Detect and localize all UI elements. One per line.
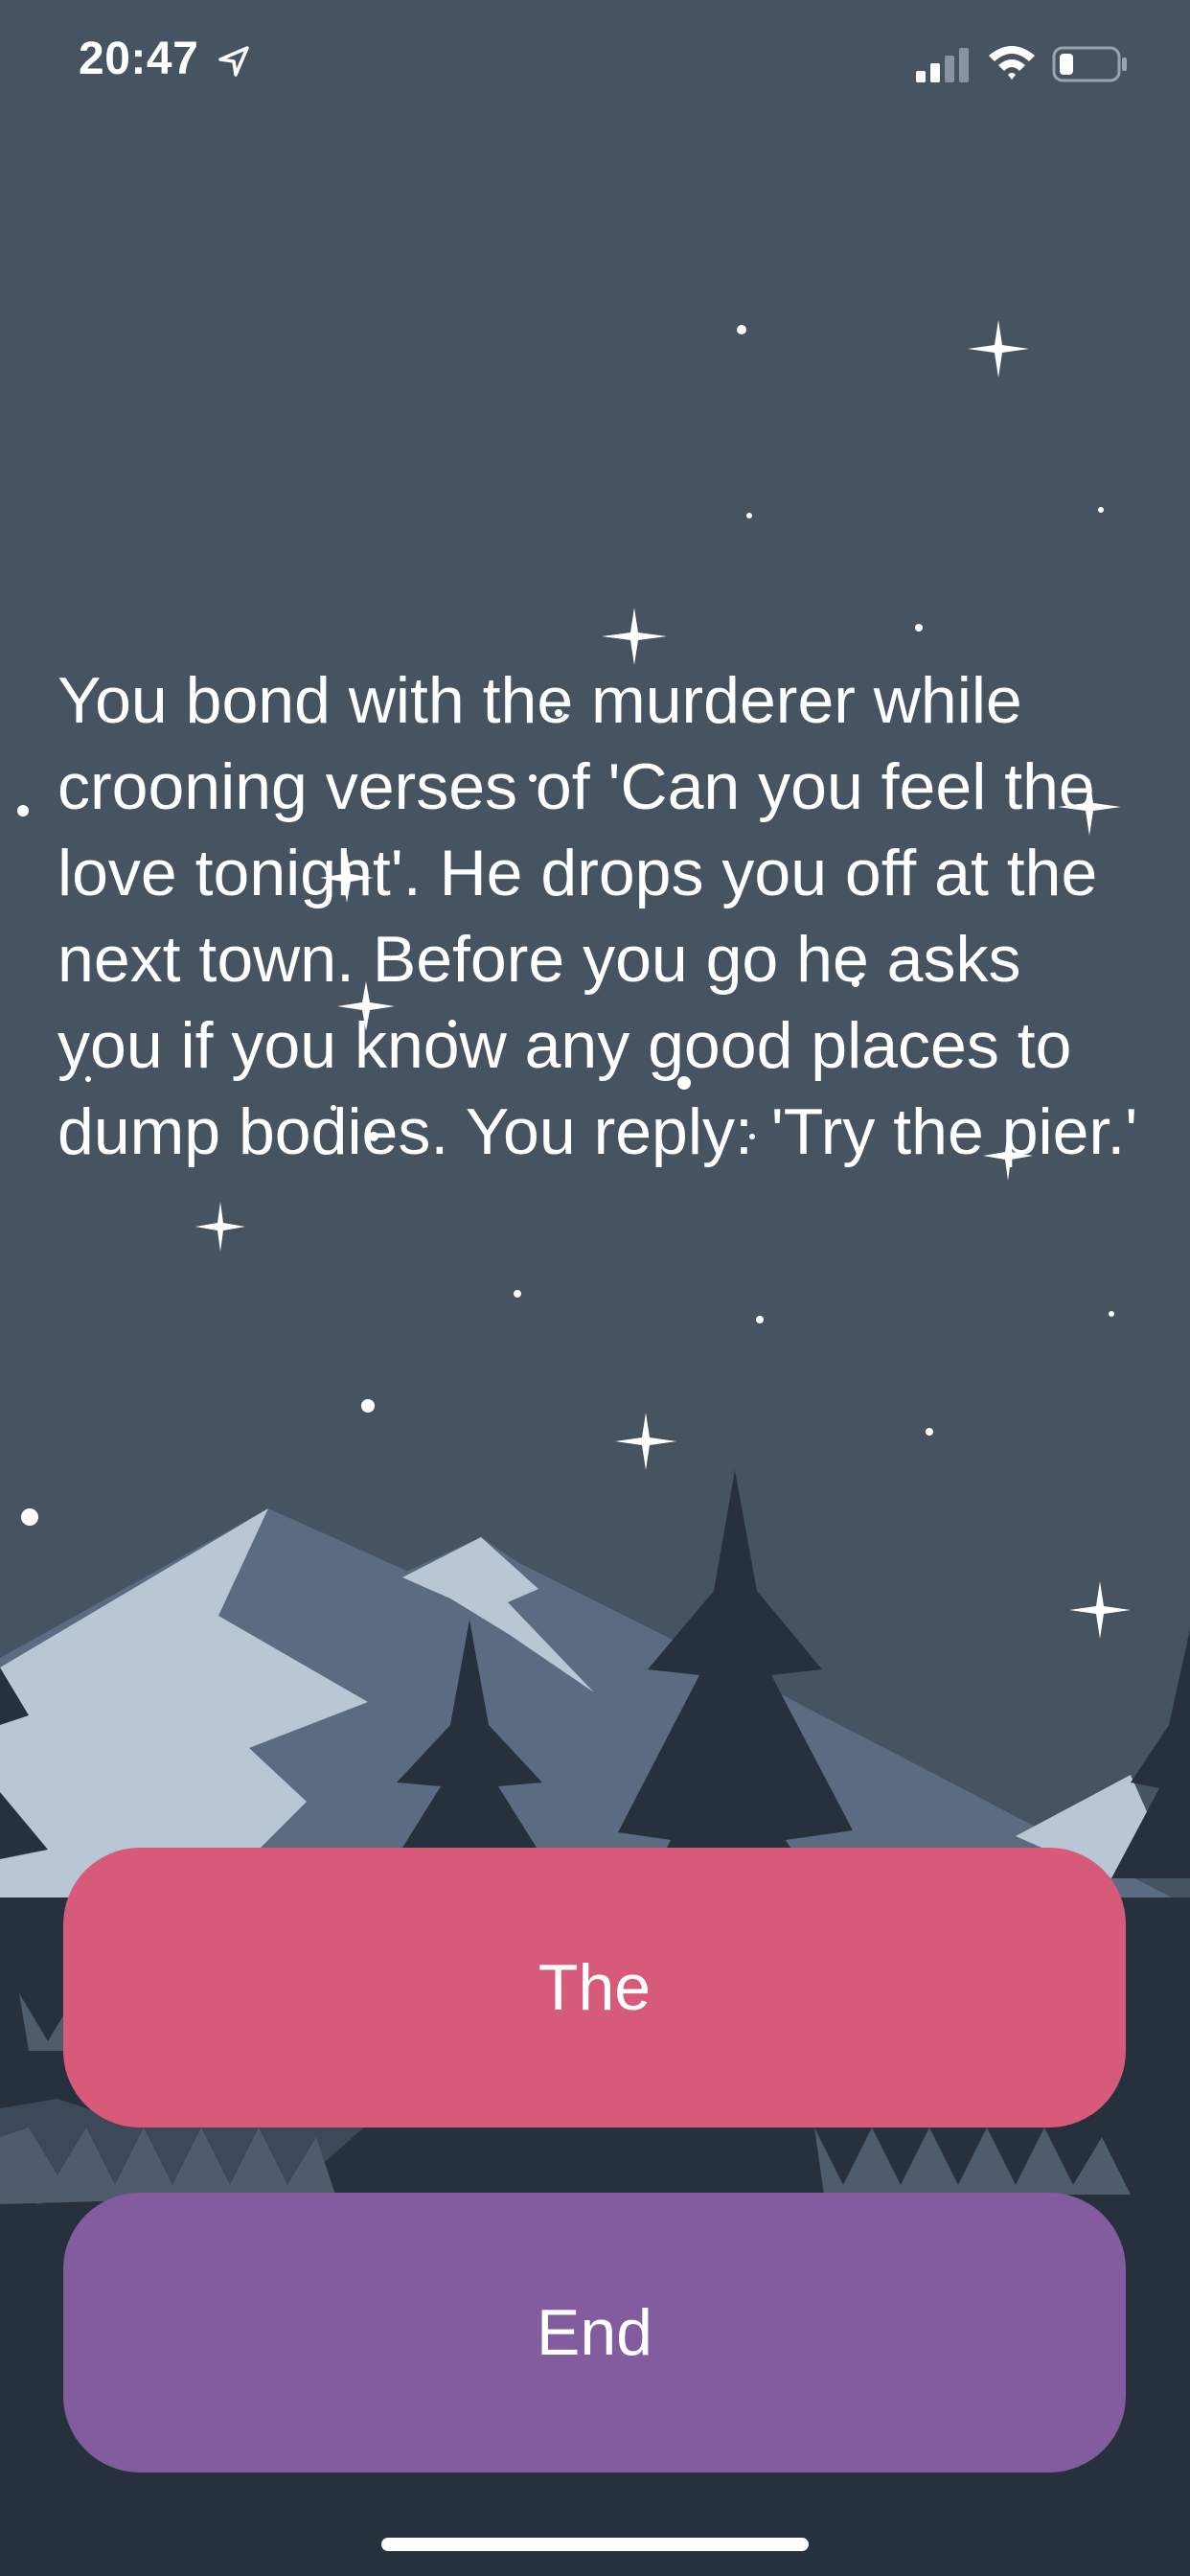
- location-arrow-icon: [218, 46, 249, 77]
- app-screen: 20:47 You bond with the murderer while c…: [0, 0, 1190, 2576]
- battery-icon: [1052, 46, 1127, 82]
- status-time: 20:47: [79, 34, 199, 84]
- wifi-icon: [989, 46, 1035, 80]
- night-forest-background: [0, 0, 1190, 2576]
- choice-button-end[interactable]: End: [63, 2193, 1126, 2472]
- cellular-signal-icon: [916, 48, 969, 82]
- status-bar: 20:47: [0, 0, 1190, 126]
- home-indicator[interactable]: [381, 2538, 809, 2551]
- story-text: You bond with the murderer while croonin…: [57, 664, 1138, 1168]
- choice-button-the[interactable]: The: [63, 1848, 1126, 2128]
